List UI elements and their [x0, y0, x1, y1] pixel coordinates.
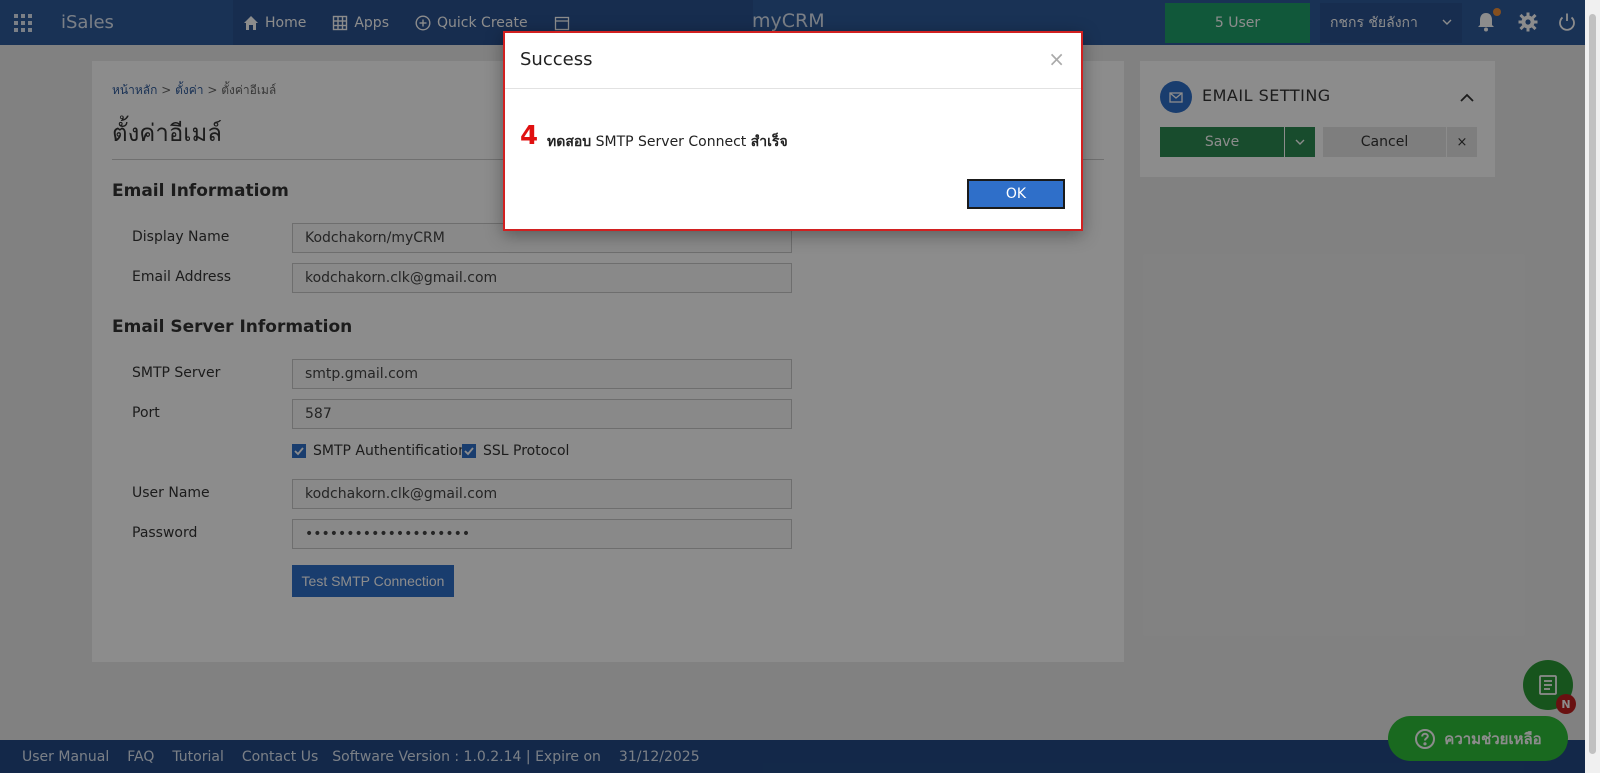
close-icon[interactable]: × — [1048, 47, 1065, 71]
dialog-title: Success — [520, 49, 593, 70]
page-scrollbar[interactable] — [1585, 0, 1600, 773]
dialog-divider — [505, 88, 1081, 89]
message-prefix: ทดสอบ — [547, 134, 592, 150]
scrollbar-thumb[interactable] — [1589, 14, 1596, 754]
dialog-message: ทดสอบ SMTP Server Connect สำเร็จ — [547, 131, 788, 153]
message-middle: SMTP Server Connect — [591, 134, 751, 150]
message-suffix: สำเร็จ — [750, 134, 788, 150]
ok-button[interactable]: OK — [967, 179, 1065, 209]
step-number: 4 — [520, 121, 539, 151]
success-dialog: Success × 4 ทดสอบ SMTP Server Connect สำ… — [503, 31, 1083, 231]
